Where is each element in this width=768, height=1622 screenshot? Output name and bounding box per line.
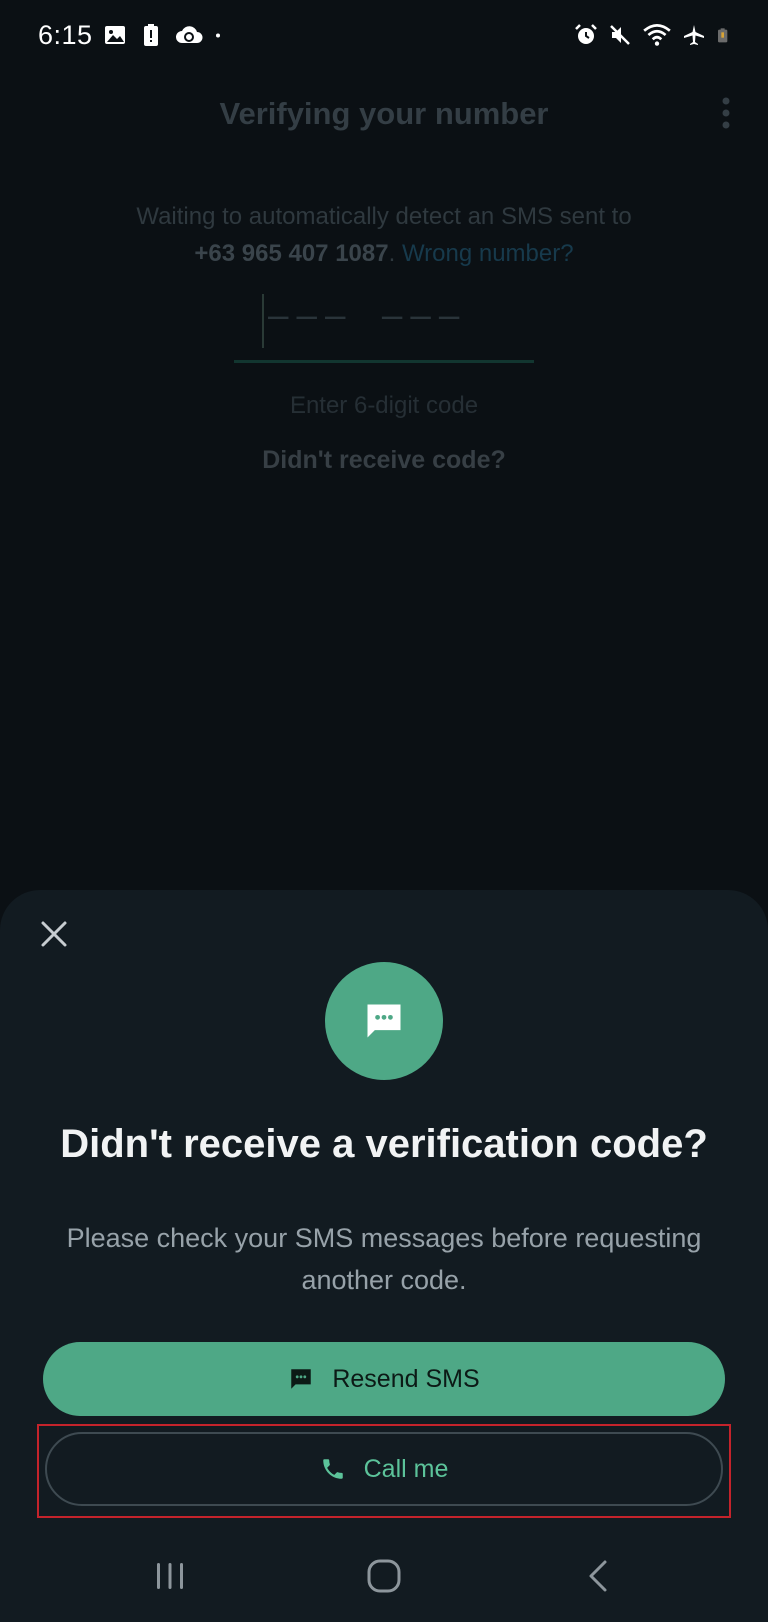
battery-low-icon: [718, 28, 728, 43]
call-me-highlight: Call me: [37, 1424, 731, 1518]
more-vert-icon[interactable]: [720, 96, 732, 130]
close-button[interactable]: [34, 914, 74, 954]
wifi-icon: [643, 24, 671, 46]
enter-code-hint: Enter 6-digit code: [289, 392, 479, 419]
status-right-icons: [574, 22, 732, 48]
home-button[interactable]: [362, 1554, 406, 1598]
code-input[interactable]: ––– –––: [234, 290, 534, 363]
period: .: [388, 240, 396, 267]
call-me-label: Call me: [363, 1454, 449, 1483]
recent-apps-button[interactable]: [148, 1554, 192, 1598]
resend-sms-button[interactable]: Resend SMS: [43, 1342, 725, 1416]
back-icon: [589, 1560, 607, 1592]
code-placeholder: ––– –––: [268, 296, 468, 336]
back-button[interactable]: [576, 1554, 620, 1598]
didnt-receive-link[interactable]: Didn't receive code?: [0, 446, 768, 475]
text-cursor: [262, 294, 264, 348]
navigation-bar: [0, 1530, 768, 1622]
sms-icon-badge: [325, 962, 443, 1080]
battery-alert-icon: [144, 24, 158, 46]
waiting-message: Waiting to automatically detect an SMS s…: [136, 203, 632, 230]
waiting-text: Waiting to automatically detect an SMS s…: [0, 198, 768, 272]
phone-number: +63 965 407 1087: [194, 240, 389, 267]
sheet-title: Didn't receive a verification code?: [60, 1122, 708, 1166]
home-icon: [367, 1559, 401, 1593]
status-time: 6:15: [38, 20, 93, 50]
airplane-icon: [684, 25, 704, 45]
recent-apps-icon: [157, 1563, 183, 1589]
dot-icon: [216, 33, 220, 38]
sms-icon: [291, 1369, 312, 1389]
cloud-sync-icon: [176, 26, 203, 43]
status-bar: 6:15: [0, 0, 768, 74]
phone-icon: [322, 1459, 343, 1479]
sheet-body: Please check your SMS messages before re…: [66, 1223, 702, 1295]
call-me-button[interactable]: Call me: [45, 1432, 723, 1506]
resend-sms-label: Resend SMS: [332, 1364, 480, 1393]
screen: 6:15 Verifying your number Waiting to au…: [0, 0, 768, 1622]
close-icon: [41, 921, 67, 947]
status-left-icons: [103, 22, 227, 48]
mute-icon: [610, 25, 630, 45]
wrong-number-link[interactable]: Wrong number?: [402, 240, 574, 267]
alarm-icon: [575, 24, 597, 44]
gallery-icon: [105, 26, 125, 44]
bottom-sheet: Didn't receive a verification code? Plea…: [0, 890, 768, 1530]
sms-icon: [367, 1004, 401, 1038]
page-title: Verifying your number: [219, 96, 549, 131]
